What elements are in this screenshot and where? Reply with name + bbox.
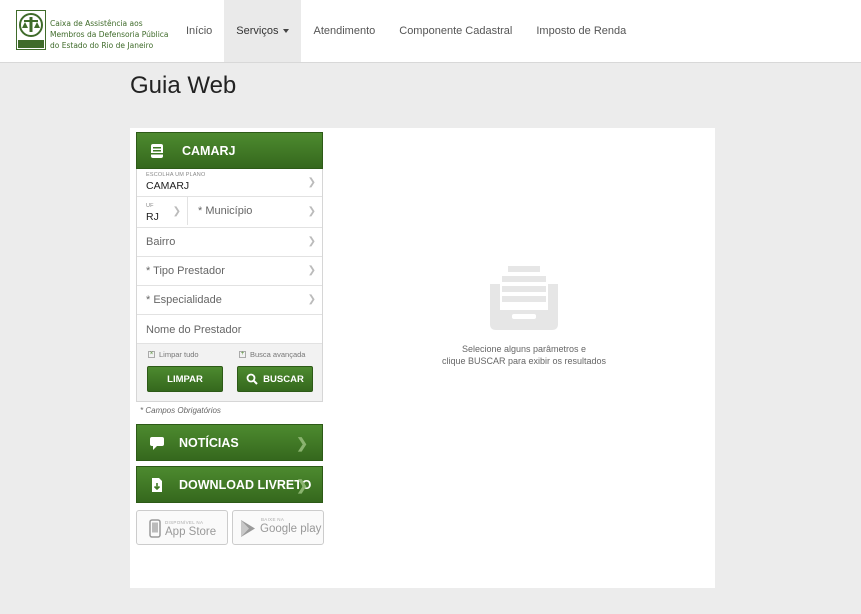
chevron-right-icon: ❯ (307, 265, 316, 276)
required-fields-note: * Campos Obrigatórios (140, 406, 221, 415)
tipo-prestador-select[interactable]: * Tipo Prestador ❯ (137, 257, 322, 286)
especialidade-label: * Especialidade (146, 294, 222, 306)
plan-select-label: ESCOLHA UM PLANO (146, 172, 206, 178)
limpar-button[interactable]: LIMPAR (147, 366, 223, 392)
chevron-right-icon: ❯ (307, 206, 316, 217)
bairro-label: Bairro (146, 236, 176, 248)
chevron-right-icon: ❯ (307, 176, 316, 188)
chevron-right-icon: ❯ (307, 236, 316, 247)
plan-select-value: CAMARJ (146, 180, 190, 192)
busca-avancada-link[interactable]: + Busca avançada (239, 350, 305, 359)
chevron-right-icon: ❯ (307, 294, 316, 305)
chevron-right-icon: ❯ (296, 477, 308, 493)
download-livreto-button[interactable]: DOWNLOAD LIVRETO ❯ (136, 466, 323, 503)
form-actions: × Limpar tudo + Busca avançada LIMPAR BUSC… (137, 344, 322, 401)
caret-down-icon (283, 29, 290, 33)
buscar-button[interactable]: BUSCAR (237, 366, 313, 392)
download-document-icon (152, 478, 162, 492)
especialidade-select[interactable]: * Especialidade ❯ (137, 286, 322, 315)
chevron-right-icon: ❯ (172, 206, 181, 217)
nav-atendimento[interactable]: Atendimento (301, 0, 387, 62)
nav-imposto-de-renda[interactable]: Imposto de Renda (524, 0, 638, 62)
noticias-button[interactable]: NOTÍCIAS ❯ (136, 424, 323, 461)
page-title: Guia Web (130, 72, 237, 99)
uf-label: UF (146, 203, 154, 209)
nav-servicos[interactable]: Serviços (224, 0, 302, 62)
bairro-select[interactable]: Bairro ❯ (137, 228, 322, 257)
nome-prestador-input[interactable]: Nome do Prestador (137, 315, 322, 344)
chat-bubble-icon (150, 437, 164, 450)
phone-icon (149, 519, 161, 538)
tray-icon (151, 144, 163, 158)
top-navbar: Caixa de Assistência aos Membros da Defe… (0, 0, 861, 63)
plus-icon: + (239, 351, 246, 358)
municipio-select[interactable]: * Município ❯ (188, 197, 322, 227)
limpar-tudo-link[interactable]: × Limpar tudo (148, 350, 199, 359)
search-panel-title: CAMARJ (182, 144, 236, 158)
camarj-logo[interactable]: Caixa de Assistência aos Membros da Defe… (16, 10, 169, 52)
nav-inicio[interactable]: Início (174, 0, 224, 62)
location-row: UF RJ ❯ * Município ❯ (137, 197, 322, 228)
logo-text: Caixa de Assistência aos Membros da Defe… (50, 19, 169, 50)
search-form: ESCOLHA UM PLANO CAMARJ ❯ UF RJ ❯ * Muni… (136, 169, 323, 402)
empty-state-message: Selecione alguns parâmetros e clique BUS… (441, 344, 607, 366)
plan-select[interactable]: ESCOLHA UM PLANO CAMARJ ❯ (137, 169, 322, 197)
main-nav: Início Serviços Atendimento Componente C… (174, 0, 638, 62)
search-panel-header: CAMARJ (136, 132, 323, 169)
nav-componente-cadastral[interactable]: Componente Cadastral (387, 0, 524, 62)
play-store-icon (241, 520, 255, 537)
app-store-badge[interactable]: DISPONÍVEL NA App Store (136, 510, 228, 545)
empty-tray-icon (490, 266, 558, 330)
municipio-label: * Município (198, 205, 253, 217)
google-play-badge[interactable]: BAIXE NA Google play (232, 510, 324, 545)
tipo-prestador-label: * Tipo Prestador (146, 265, 225, 277)
camarj-logo-icon (16, 10, 46, 50)
uf-value: RJ (146, 211, 159, 223)
chevron-right-icon: ❯ (296, 435, 308, 451)
nome-prestador-placeholder: Nome do Prestador (146, 324, 242, 336)
uf-select[interactable]: UF RJ ❯ (137, 197, 187, 227)
search-icon (246, 373, 258, 385)
clear-icon: × (148, 351, 155, 358)
